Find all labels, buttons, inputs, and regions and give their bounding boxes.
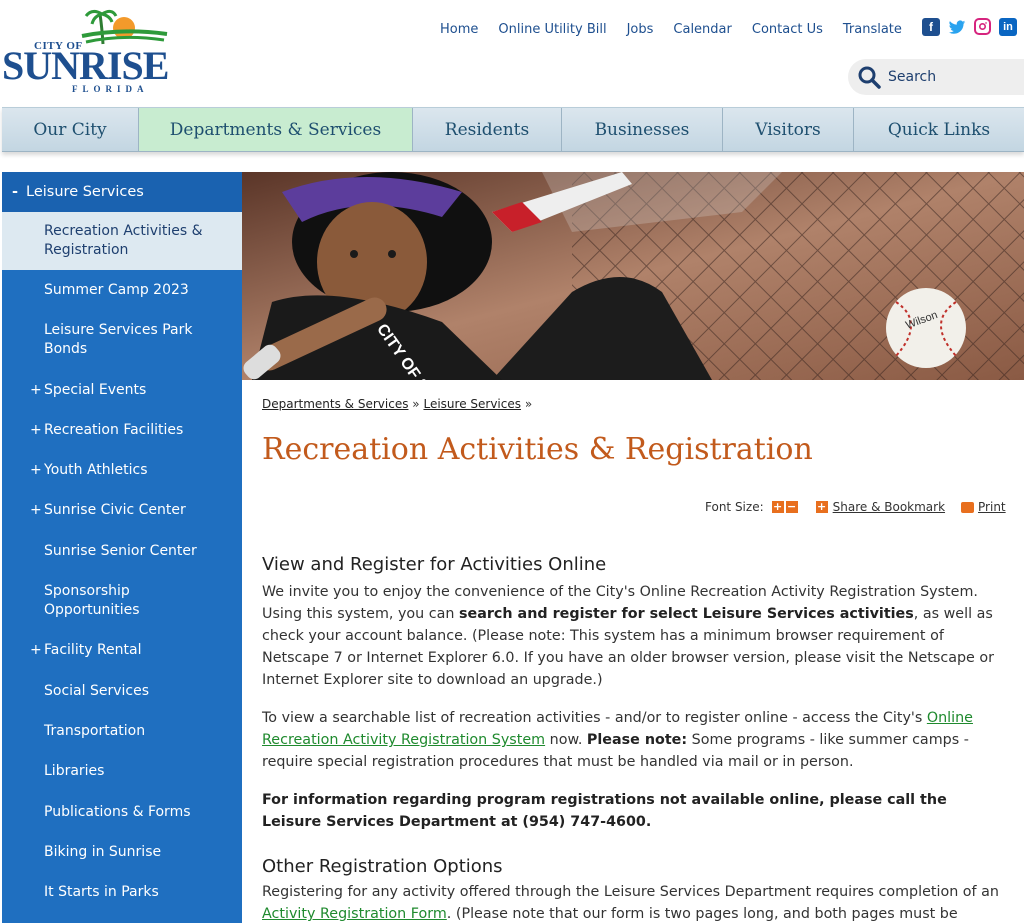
city-logo[interactable]: CITY OF SUNRISE FLORIDA xyxy=(2,6,180,98)
sidebar-item-summer-camp[interactable]: Summer Camp 2023 xyxy=(2,270,242,310)
section-title-other: Other Registration Options xyxy=(262,856,503,877)
text: . (Please note that our form is two page… xyxy=(446,906,958,922)
sidebar-item-youth-athletics[interactable]: + Youth Athletics xyxy=(2,450,242,490)
font-size-label: Font Size: xyxy=(705,500,764,514)
paragraph-phone: For information regarding program regist… xyxy=(262,792,947,830)
sidebar-item-special-events[interactable]: + Special Events xyxy=(2,370,242,410)
sidebar-item-libraries[interactable]: Libraries xyxy=(2,751,242,792)
top-link-home[interactable]: Home xyxy=(440,20,478,40)
sidebar-item-label: Biking in Sunrise xyxy=(44,843,162,860)
twitter-icon[interactable] xyxy=(948,18,966,36)
font-increase-icon[interactable]: + xyxy=(771,501,784,513)
sidebar: - Leisure Services Recreation Activities… xyxy=(2,172,242,923)
font-decrease-icon[interactable]: − xyxy=(785,501,798,513)
search-icon[interactable] xyxy=(856,64,882,90)
bold-text: search and register for select Leisure S… xyxy=(459,606,914,622)
text: Registering for any activity offered thr… xyxy=(262,884,999,900)
hero-photo: CITY OF SUNRISE Wilson xyxy=(242,172,1024,380)
sidebar-item-label: Facility Rental xyxy=(44,642,142,658)
expand-icon[interactable]: + xyxy=(30,461,42,480)
sidebar-item-social-services[interactable]: Social Services xyxy=(2,671,242,711)
text: now. xyxy=(545,732,587,748)
sidebar-item-label: Transportation xyxy=(44,722,146,739)
utility-nav: Home Online Utility Bill Jobs Calendar C… xyxy=(430,20,912,40)
sidebar-item-label: Youth Athletics xyxy=(44,461,148,478)
nav-quick-links[interactable]: Quick Links xyxy=(854,108,1024,151)
sidebar-item-label: Summer Camp 2023 xyxy=(44,281,189,298)
sidebar-item-label: It Starts in Parks xyxy=(44,883,159,900)
top-link-contact[interactable]: Contact Us xyxy=(752,20,823,40)
main-nav: Our City Departments & Services Resident… xyxy=(2,107,1024,152)
top-link-calendar[interactable]: Calendar xyxy=(673,20,731,40)
sidebar-item-label: Publications & Forms xyxy=(44,803,191,820)
page-tools: Font Size: + − + Share & Bookmark Print xyxy=(705,500,1006,514)
print-icon[interactable] xyxy=(961,501,975,513)
instagram-icon[interactable] xyxy=(974,18,991,35)
sidebar-header[interactable]: - Leisure Services xyxy=(2,172,242,212)
sidebar-item-label: Sunrise Civic Center xyxy=(44,502,186,518)
nav-our-city[interactable]: Our City xyxy=(2,108,139,151)
search-box[interactable]: Search xyxy=(848,59,1024,95)
print-link[interactable]: Print xyxy=(978,500,1006,514)
sidebar-item-label: Sponsorship Opportunities xyxy=(44,582,140,618)
top-link-utility-bill[interactable]: Online Utility Bill xyxy=(498,20,606,40)
paragraph-register: To view a searchable list of recreation … xyxy=(262,707,1004,773)
sidebar-item-senior-center[interactable]: Sunrise Senior Center xyxy=(2,531,242,571)
sidebar-item-recreation-facilities[interactable]: + Recreation Facilities xyxy=(2,410,242,450)
breadcrumb: Departments & Services » Leisure Service… xyxy=(262,397,532,411)
sidebar-item-biking[interactable]: Biking in Sunrise xyxy=(2,832,242,872)
text: To view a searchable list of recreation … xyxy=(262,710,927,726)
logo-state: FLORIDA xyxy=(72,84,149,94)
sidebar-item-park-bonds[interactable]: Leisure Services Park Bonds xyxy=(2,310,242,370)
linkedin-icon[interactable]: in xyxy=(999,18,1017,36)
breadcrumb-separator: » xyxy=(524,397,533,411)
sidebar-header-label: Leisure Services xyxy=(26,184,144,200)
share-icon[interactable]: + xyxy=(815,501,828,513)
paragraph-other-options: Registering for any activity offered thr… xyxy=(262,881,1004,923)
expand-icon[interactable]: + xyxy=(30,421,42,440)
sidebar-item-civic-center[interactable]: + Sunrise Civic Center xyxy=(2,490,242,531)
logo-name: SUNRISE xyxy=(2,43,169,88)
registration-form-link[interactable]: Activity Registration Form xyxy=(262,906,447,922)
bold-text: Please note: xyxy=(586,732,688,748)
expand-icon[interactable]: + xyxy=(30,641,42,660)
nav-departments-services[interactable]: Departments & Services xyxy=(139,108,413,151)
social-links: f in xyxy=(922,18,1024,36)
sidebar-item-transportation[interactable]: Transportation xyxy=(2,711,242,751)
nav-residents[interactable]: Residents xyxy=(413,108,562,151)
sidebar-item-label: Social Services xyxy=(44,682,149,699)
breadcrumb-departments[interactable]: Departments & Services xyxy=(262,397,408,411)
sidebar-item-label: Libraries xyxy=(44,763,105,779)
breadcrumb-leisure-services[interactable]: Leisure Services xyxy=(423,397,521,411)
sidebar-item-label: Special Events xyxy=(44,381,147,398)
section-title-online: View and Register for Activities Online xyxy=(262,554,607,575)
expand-icon[interactable]: + xyxy=(30,381,42,400)
page-title: Recreation Activities & Registration xyxy=(262,432,813,467)
expand-icon[interactable]: + xyxy=(30,501,42,520)
breadcrumb-separator: » xyxy=(412,397,420,411)
sidebar-item-publications-forms[interactable]: Publications & Forms xyxy=(2,792,242,832)
sidebar-item-starts-in-parks[interactable]: It Starts in Parks xyxy=(2,872,242,912)
sidebar-item-label: Leisure Services Park Bonds xyxy=(44,322,193,357)
sidebar-item-label: Recreation Activities & Registration xyxy=(44,223,203,258)
sidebar-item-sponsorship[interactable]: Sponsorship Opportunities xyxy=(2,571,242,630)
collapse-icon[interactable]: - xyxy=(12,184,18,200)
search-label[interactable]: Search xyxy=(888,69,936,85)
top-link-jobs[interactable]: Jobs xyxy=(627,20,654,40)
top-link-translate[interactable]: Translate xyxy=(843,20,902,40)
sidebar-item-facility-rental[interactable]: + Facility Rental xyxy=(2,630,242,671)
sidebar-item-recreation-activities[interactable]: Recreation Activities & Registration xyxy=(2,212,242,270)
sidebar-item-label: Recreation Facilities xyxy=(44,421,184,438)
nav-visitors[interactable]: Visitors xyxy=(723,108,854,151)
nav-businesses[interactable]: Businesses xyxy=(562,108,723,151)
share-bookmark-link[interactable]: Share & Bookmark xyxy=(833,500,945,514)
facebook-icon[interactable]: f xyxy=(922,18,940,36)
paragraph-intro: We invite you to enjoy the convenience o… xyxy=(262,581,1004,691)
palm-sun-icon xyxy=(81,9,168,45)
sidebar-item-label: Sunrise Senior Center xyxy=(44,542,197,559)
